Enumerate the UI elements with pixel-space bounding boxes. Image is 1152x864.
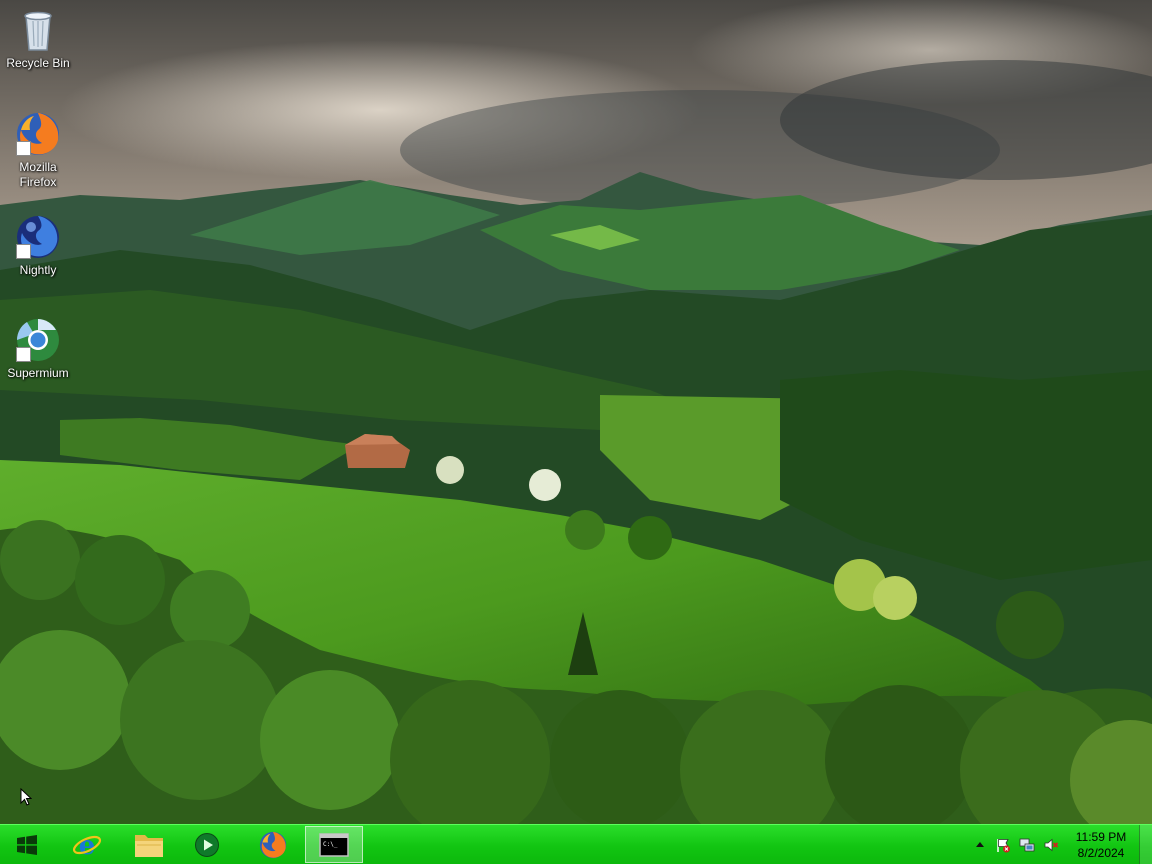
folder-icon (135, 834, 163, 857)
taskbar: e C:\_ 11:59 PM 8/2/2024 (0, 824, 1152, 864)
desktop-icon-label: Recycle Bin (6, 56, 70, 70)
shortcut-arrow-icon (16, 141, 31, 156)
mouse-pointer-icon (20, 788, 32, 806)
network-icon (1019, 838, 1035, 852)
supermium-icon (14, 316, 62, 364)
wallpaper-landscape (0, 0, 1152, 824)
command-prompt-icon: C:\_ (319, 832, 349, 857)
internet-explorer-icon: e (72, 831, 102, 860)
taskbar-file-explorer-button[interactable] (120, 826, 178, 863)
shortcut-arrow-icon (16, 347, 31, 362)
svg-text:e: e (79, 831, 96, 860)
desktop-icon-label: Nightly (19, 263, 57, 277)
nightly-icon (14, 213, 62, 261)
windows-logo-icon (17, 834, 37, 855)
action-center-button[interactable] (995, 837, 1011, 853)
clock-time: 11:59 PM (1075, 830, 1127, 844)
shortcut-arrow-icon (16, 244, 31, 259)
media-player-icon (195, 832, 219, 857)
desktop-icon-recycle-bin[interactable]: Recycle Bin (0, 6, 76, 71)
desktop-icon-mozilla-firefox[interactable]: Mozilla Firefox (0, 110, 76, 190)
show-hidden-icons-button[interactable] (972, 837, 988, 853)
svg-text:C:\_: C:\_ (323, 841, 338, 848)
taskbar-media-player-button[interactable] (178, 826, 236, 863)
firefox-icon (259, 831, 287, 858)
system-clock[interactable]: 11:59 PM 8/2/2024 (1066, 829, 1136, 861)
volume-muted-icon (1044, 838, 1059, 852)
desktop-icon-supermium[interactable]: Supermium (0, 316, 76, 381)
recycle-bin-icon (14, 6, 62, 54)
volume-button[interactable] (1043, 837, 1059, 853)
taskbar-command-prompt-button[interactable]: C:\_ (305, 826, 363, 863)
desktop-icon-nightly[interactable]: Nightly (0, 213, 76, 278)
action-center-flag-icon (997, 839, 1010, 853)
clock-date: 8/2/2024 (1077, 846, 1125, 860)
network-button[interactable] (1019, 837, 1035, 853)
desktop[interactable]: Recycle Bin Mozilla Firefox Nightly Supe… (0, 0, 1152, 824)
desktop-icon-label: Supermium (7, 366, 69, 380)
firefox-icon (14, 110, 62, 158)
show-desktop-button[interactable] (1139, 825, 1152, 864)
taskbar-internet-explorer-button[interactable]: e (58, 826, 116, 863)
chevron-up-icon (976, 842, 984, 847)
desktop-icon-label: Mozilla Firefox (19, 160, 57, 189)
start-button[interactable] (0, 826, 54, 863)
taskbar-firefox-button[interactable] (244, 826, 302, 863)
